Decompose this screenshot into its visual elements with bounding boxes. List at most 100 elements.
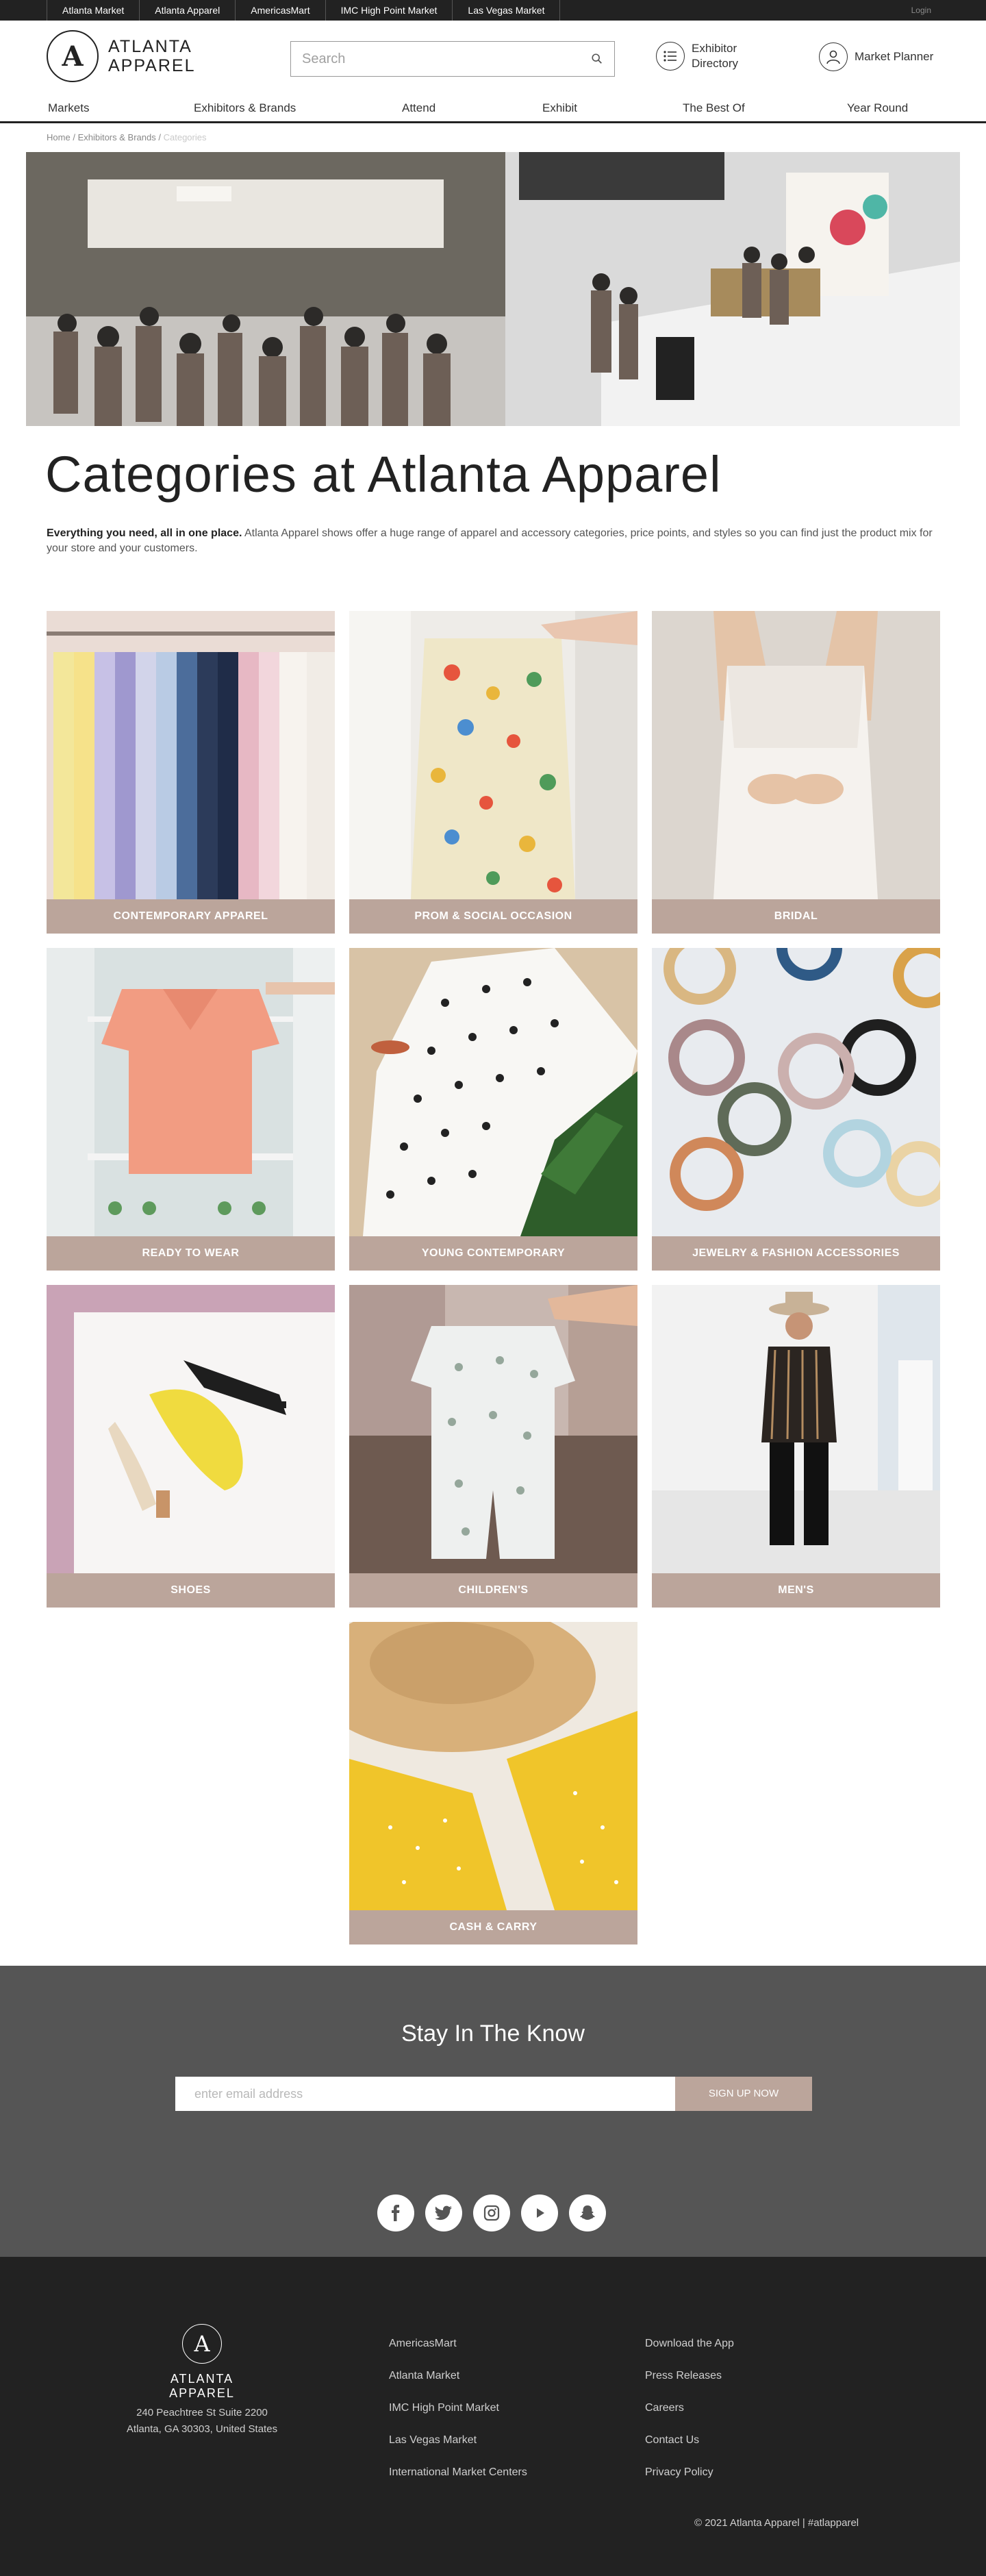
main-nav: Markets Exhibitors & Brands Attend Exhib… xyxy=(0,96,986,123)
nav-the-best-of[interactable]: The Best Of xyxy=(683,101,745,115)
category-label: Men's xyxy=(652,1573,940,1608)
facebook-icon[interactable] xyxy=(377,2194,414,2231)
category-tile-shoes[interactable]: Shoes xyxy=(47,1285,335,1608)
exhibitor-line-2: Directory xyxy=(692,57,739,70)
category-label: Shoes xyxy=(47,1573,335,1608)
category-image xyxy=(652,948,940,1236)
youtube-icon[interactable] xyxy=(521,2194,558,2231)
footer-logo[interactable]: A ATLANTA APPAREL xyxy=(137,2324,267,2401)
footer-links-col-1: AmericasMart Atlanta Market IMC High Poi… xyxy=(389,2338,527,2499)
category-tile-bridal[interactable]: Bridal xyxy=(652,611,940,934)
category-tile-childrens[interactable]: Children's xyxy=(349,1285,637,1608)
category-image xyxy=(47,611,335,899)
breadcrumb-separator: / xyxy=(158,132,161,142)
intro-paragraph: Everything you need, all in one place. A… xyxy=(47,526,942,556)
category-image xyxy=(349,1285,637,1573)
category-tile-jewelry[interactable]: Jewelry & Fashion Accessories xyxy=(652,948,940,1271)
search-input[interactable] xyxy=(302,51,591,67)
logo-line-2: APPAREL xyxy=(108,56,196,75)
nav-attend[interactable]: Attend xyxy=(402,101,435,115)
snapchat-icon[interactable] xyxy=(569,2194,606,2231)
tab-atlanta-apparel[interactable]: Atlanta Apparel xyxy=(139,0,235,21)
tab-imc-high-point[interactable]: IMC High Point Market xyxy=(325,0,453,21)
intro-bold: Everything you need, all in one place. xyxy=(47,527,242,539)
category-label: Contemporary Apparel xyxy=(47,899,335,934)
logo-line-1: ATLANTA xyxy=(108,37,192,56)
market-planner-link[interactable]: Market Planner xyxy=(819,42,933,71)
site-logo[interactable]: A ATLANTA APPAREL xyxy=(47,30,195,82)
site-header: A ATLANTA APPAREL Exhibitor Directory xyxy=(0,21,986,96)
copyright: © 2021 Atlanta Apparel | #atlapparel xyxy=(694,2517,859,2529)
tab-americasmart[interactable]: AmericasMart xyxy=(235,0,325,21)
category-image xyxy=(349,1622,637,1910)
search-box xyxy=(290,41,615,77)
market-tabs: Atlanta Market Atlanta Apparel AmericasM… xyxy=(47,0,561,21)
footer-link-contact-us[interactable]: Contact Us xyxy=(645,2434,734,2466)
market-planner-label: Market Planner xyxy=(855,50,934,63)
tab-las-vegas-market[interactable]: Las Vegas Market xyxy=(452,0,561,21)
exhibitor-directory-link[interactable]: Exhibitor Directory xyxy=(656,41,738,71)
tab-atlanta-market[interactable]: Atlanta Market xyxy=(47,0,139,21)
login-link[interactable]: Login xyxy=(911,0,931,21)
breadcrumb-current: Categories xyxy=(163,132,207,142)
category-tile-mens[interactable]: Men's xyxy=(652,1285,940,1608)
newsletter-form: SIGN UP NOW xyxy=(175,2077,812,2111)
logo-mark: A xyxy=(47,30,99,82)
footer-link-las-vegas-market[interactable]: Las Vegas Market xyxy=(389,2434,527,2466)
category-label: Ready to Wear xyxy=(47,1236,335,1271)
category-label: Prom & Social Occasion xyxy=(349,899,637,934)
footer-link-press-releases[interactable]: Press Releases xyxy=(645,2370,734,2402)
footer-link-americasmart[interactable]: AmericasMart xyxy=(389,2338,527,2370)
breadcrumb-separator: / xyxy=(73,132,75,142)
category-image xyxy=(652,1285,940,1573)
category-label: Children's xyxy=(349,1573,637,1608)
category-image xyxy=(349,611,637,899)
category-tile-contemporary[interactable]: Contemporary Apparel xyxy=(47,611,335,934)
list-icon xyxy=(656,42,685,71)
address-line-2: Atlanta, GA 30303, United States xyxy=(126,2423,278,2435)
category-tile-prom[interactable]: Prom & Social Occasion xyxy=(349,611,637,934)
category-tile-young-contemporary[interactable]: Young Contemporary xyxy=(349,948,637,1271)
twitter-icon[interactable] xyxy=(425,2194,462,2231)
footer-link-imc-high-point[interactable]: IMC High Point Market xyxy=(389,2402,527,2434)
category-tile-ready-to-wear[interactable]: Ready to Wear xyxy=(47,948,335,1271)
nav-markets[interactable]: Markets xyxy=(48,101,89,115)
newsletter-section: Stay In The Know SIGN UP NOW xyxy=(0,1966,986,2257)
category-image xyxy=(47,948,335,1236)
breadcrumb-home[interactable]: Home xyxy=(47,132,71,142)
footer-link-imc[interactable]: International Market Centers xyxy=(389,2466,527,2499)
email-input[interactable] xyxy=(175,2077,675,2111)
category-image xyxy=(652,611,940,899)
user-icon xyxy=(819,42,848,71)
footer-links-col-2: Download the App Press Releases Careers … xyxy=(645,2338,734,2499)
search-icon[interactable] xyxy=(591,53,603,65)
footer-logo-mark: A xyxy=(182,2324,222,2364)
instagram-icon[interactable] xyxy=(473,2194,510,2231)
sign-up-button[interactable]: SIGN UP NOW xyxy=(675,2077,812,2111)
category-image xyxy=(349,948,637,1236)
category-image xyxy=(47,1285,335,1573)
nav-exhibitors-brands[interactable]: Exhibitors & Brands xyxy=(194,101,296,115)
category-label: Jewelry & Fashion Accessories xyxy=(652,1236,940,1271)
breadcrumb-exhibitors[interactable]: Exhibitors & Brands xyxy=(78,132,156,142)
category-tile-cash-carry[interactable]: Cash & Carry xyxy=(349,1622,637,1944)
top-utility-bar: Atlanta Market Atlanta Apparel AmericasM… xyxy=(0,0,986,21)
footer-link-careers[interactable]: Careers xyxy=(645,2402,734,2434)
footer-address: 240 Peachtree St Suite 2200 Atlanta, GA … xyxy=(103,2405,301,2438)
address-line-1: 240 Peachtree St Suite 2200 xyxy=(136,2407,268,2418)
footer-link-download-app[interactable]: Download the App xyxy=(645,2338,734,2370)
footer-link-atlanta-market[interactable]: Atlanta Market xyxy=(389,2370,527,2402)
newsletter-title: Stay In The Know xyxy=(401,2021,585,2047)
category-label: Bridal xyxy=(652,899,940,934)
category-label: Young Contemporary xyxy=(349,1236,637,1271)
exhibitor-line-1: Exhibitor xyxy=(692,42,737,55)
category-label: Cash & Carry xyxy=(349,1910,637,1944)
logo-wordmark: ATLANTA APPAREL xyxy=(108,37,195,75)
footer-link-privacy-policy[interactable]: Privacy Policy xyxy=(645,2466,734,2499)
footer-logo-name: ATLANTA APPAREL xyxy=(169,2372,235,2400)
social-links xyxy=(377,2194,617,2231)
page-title: Categories at Atlanta Apparel xyxy=(45,446,722,503)
nav-exhibit[interactable]: Exhibit xyxy=(542,101,577,115)
site-footer: A ATLANTA APPAREL 240 Peachtree St Suite… xyxy=(0,2257,986,2576)
nav-year-round[interactable]: Year Round xyxy=(847,101,908,115)
